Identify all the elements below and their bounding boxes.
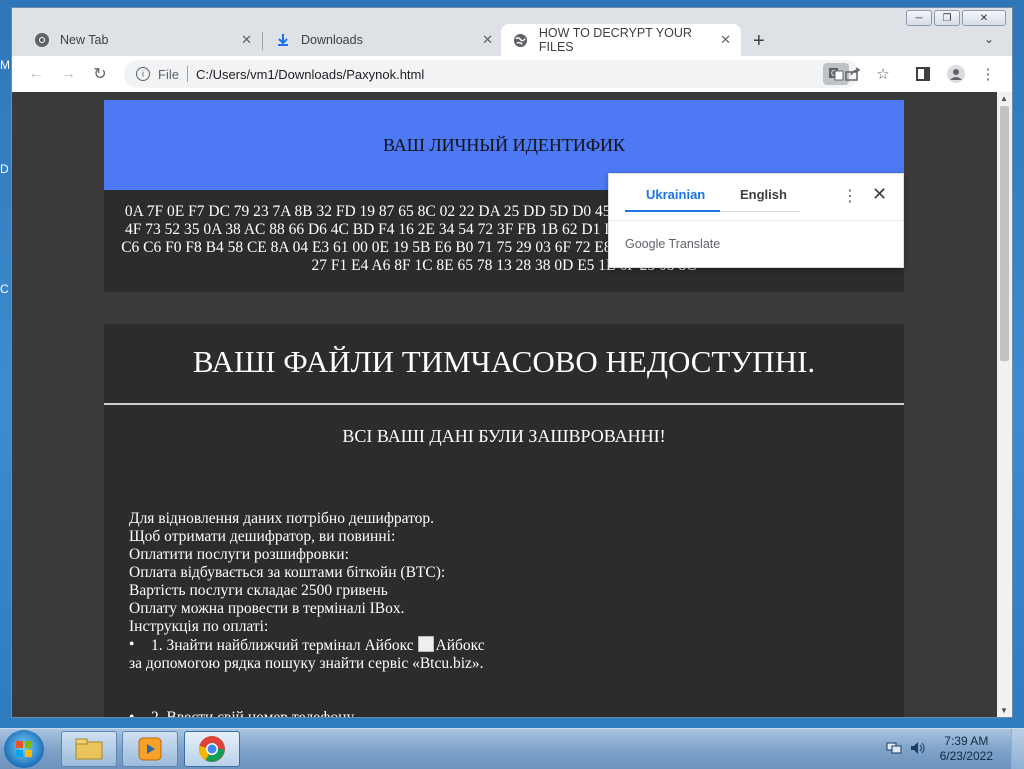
volume-icon[interactable] [910, 741, 926, 758]
show-desktop-button[interactable] [1011, 729, 1024, 769]
address-bar[interactable]: i File C:/Users/vm1/Downloads/Paxynok.ht… [124, 60, 859, 88]
back-button[interactable]: ← [26, 64, 46, 84]
translate-popup: Ukrainian English ⋮ ✕ Google Translate [608, 173, 904, 268]
tab-label: Downloads [301, 33, 363, 47]
bookmark-star-icon[interactable]: ☆ [874, 65, 892, 83]
close-tab-icon[interactable]: ✕ [720, 32, 731, 48]
info-icon[interactable]: i [136, 67, 150, 81]
divider [104, 403, 904, 405]
google-translate-brand: Google Translate [625, 237, 721, 251]
vertical-scrollbar[interactable]: ▲ ▼ [997, 92, 1012, 717]
desktop-icon-label[interactable]: C [0, 282, 9, 296]
tab-source-language[interactable]: Ukrainian [646, 187, 705, 202]
instruction-line: Оплатити послуги розшифровки: [129, 546, 349, 563]
clock-time: 7:39 AM [944, 734, 989, 748]
tab-downloads[interactable]: Downloads ✕ [263, 24, 503, 56]
url-text[interactable]: C:/Users/vm1/Downloads/Paxynok.html [196, 67, 424, 82]
globe-icon [513, 32, 529, 48]
taskbar: 7:39 AM 6/23/2022 [0, 728, 1024, 769]
list-item: 1. Знайти найближчий термінал Айбокс Айб… [129, 636, 869, 655]
image-alt-text: Айбокс [435, 637, 485, 654]
start-button[interactable] [4, 730, 44, 768]
profile-avatar-icon[interactable] [947, 65, 965, 83]
more-menu-icon[interactable]: ⋮ [979, 65, 997, 83]
scroll-down-arrow-icon[interactable]: ▼ [1000, 706, 1008, 715]
divider [609, 220, 903, 221]
chrome-icon[interactable] [184, 731, 240, 767]
scrollbar-thumb[interactable] [1000, 106, 1009, 361]
translate-options-icon[interactable]: ⋮ [842, 186, 858, 206]
reload-button[interactable]: ↻ [90, 64, 110, 84]
close-tab-icon[interactable]: ✕ [482, 32, 493, 48]
instruction-line: Оплата відбувається за коштами біткойн (… [129, 564, 446, 581]
instruction-line: Вартість послуги складає 2500 гривень [129, 582, 388, 599]
toolbar: ← → ↻ i File C:/Users/vm1/Downloads/Paxy… [12, 56, 1012, 92]
download-icon [275, 32, 291, 48]
tab-label: New Tab [60, 33, 109, 47]
side-panel-icon[interactable] [914, 65, 932, 83]
broken-image-icon [417, 636, 434, 652]
tab-strip: New Tab ✕ Downloads ✕ HOW TO DECRYPT YOU… [12, 20, 1012, 56]
step-text: 1. Знайти найближчий термінал Айбокс [151, 637, 414, 654]
instruction-line: за допомогою рядка пошуку знайти сервіс … [129, 655, 484, 672]
system-clock[interactable]: 7:39 AM 6/23/2022 [940, 734, 993, 764]
page-content: ВАШ ЛИЧНЫЙ ИДЕНТИФИК 0A 7F 0E F7 DC 79 2… [12, 92, 997, 717]
ransom-note: ВАШІ ФАЙЛИ ТИМЧАСОВО НЕДОСТУПНІ. ВСІ ВАШ… [104, 324, 904, 717]
page-headline: ВАШІ ФАЙЛИ ТИМЧАСОВО НЕДОСТУПНІ. [192, 344, 816, 379]
scheme-label: File [158, 66, 179, 82]
clock-date: 6/23/2022 [939, 749, 993, 763]
media-player-icon[interactable] [122, 731, 178, 767]
page-subheadline: ВСІ ВАШІ ДАНІ БУЛИ ЗАШВРОВАННІ! [342, 426, 666, 446]
browser-window: ─ ❐ ✕ New Tab ✕ Downloads ✕ HOW TO DECRY… [11, 7, 1013, 718]
instructions: Для відновлення даних потрібно дешифрато… [129, 510, 869, 717]
tab-search-button[interactable]: ⌄ [984, 32, 994, 46]
instruction-line: Інструкція по оплаті: [129, 618, 269, 635]
instruction-line: Оплату можна провести в терміналі IBox. [129, 600, 405, 617]
instruction-line: Для відновлення даних потрібно дешифрато… [129, 510, 435, 527]
list-item: 2. Ввести свій номер телефону [129, 709, 869, 717]
share-icon[interactable] [844, 65, 862, 83]
tab-new-tab[interactable]: New Tab ✕ [22, 24, 262, 56]
network-icon[interactable] [886, 741, 902, 758]
id-banner-title: ВАШ ЛИЧНЫЙ ИДЕНТИФИК [382, 134, 626, 155]
close-popup-icon[interactable]: ✕ [872, 184, 887, 205]
close-tab-icon[interactable]: ✕ [241, 32, 252, 48]
step-text: 2. Ввести свій номер телефону [151, 709, 354, 717]
omnibox-divider [186, 66, 188, 82]
explorer-icon[interactable] [61, 731, 117, 767]
instruction-line: Щоб отримати дешифратор, ви повинні: [129, 528, 396, 545]
active-tab-indicator [625, 210, 720, 212]
chrome-icon [34, 32, 50, 48]
desktop-icon-label[interactable]: D [0, 162, 9, 176]
tab-label: HOW TO DECRYPT YOUR FILES [538, 26, 692, 54]
desktop-icon-label[interactable]: M [0, 58, 10, 72]
scroll-up-arrow-icon[interactable]: ▲ [1000, 94, 1008, 103]
tab-target-language[interactable]: English [740, 187, 787, 202]
system-tray: 7:39 AM 6/23/2022 [886, 729, 1024, 769]
tab-how-to-decrypt[interactable]: HOW TO DECRYPT YOUR FILES ✕ [501, 24, 741, 56]
forward-button[interactable]: → [58, 64, 78, 84]
new-tab-button[interactable]: + [753, 30, 765, 53]
